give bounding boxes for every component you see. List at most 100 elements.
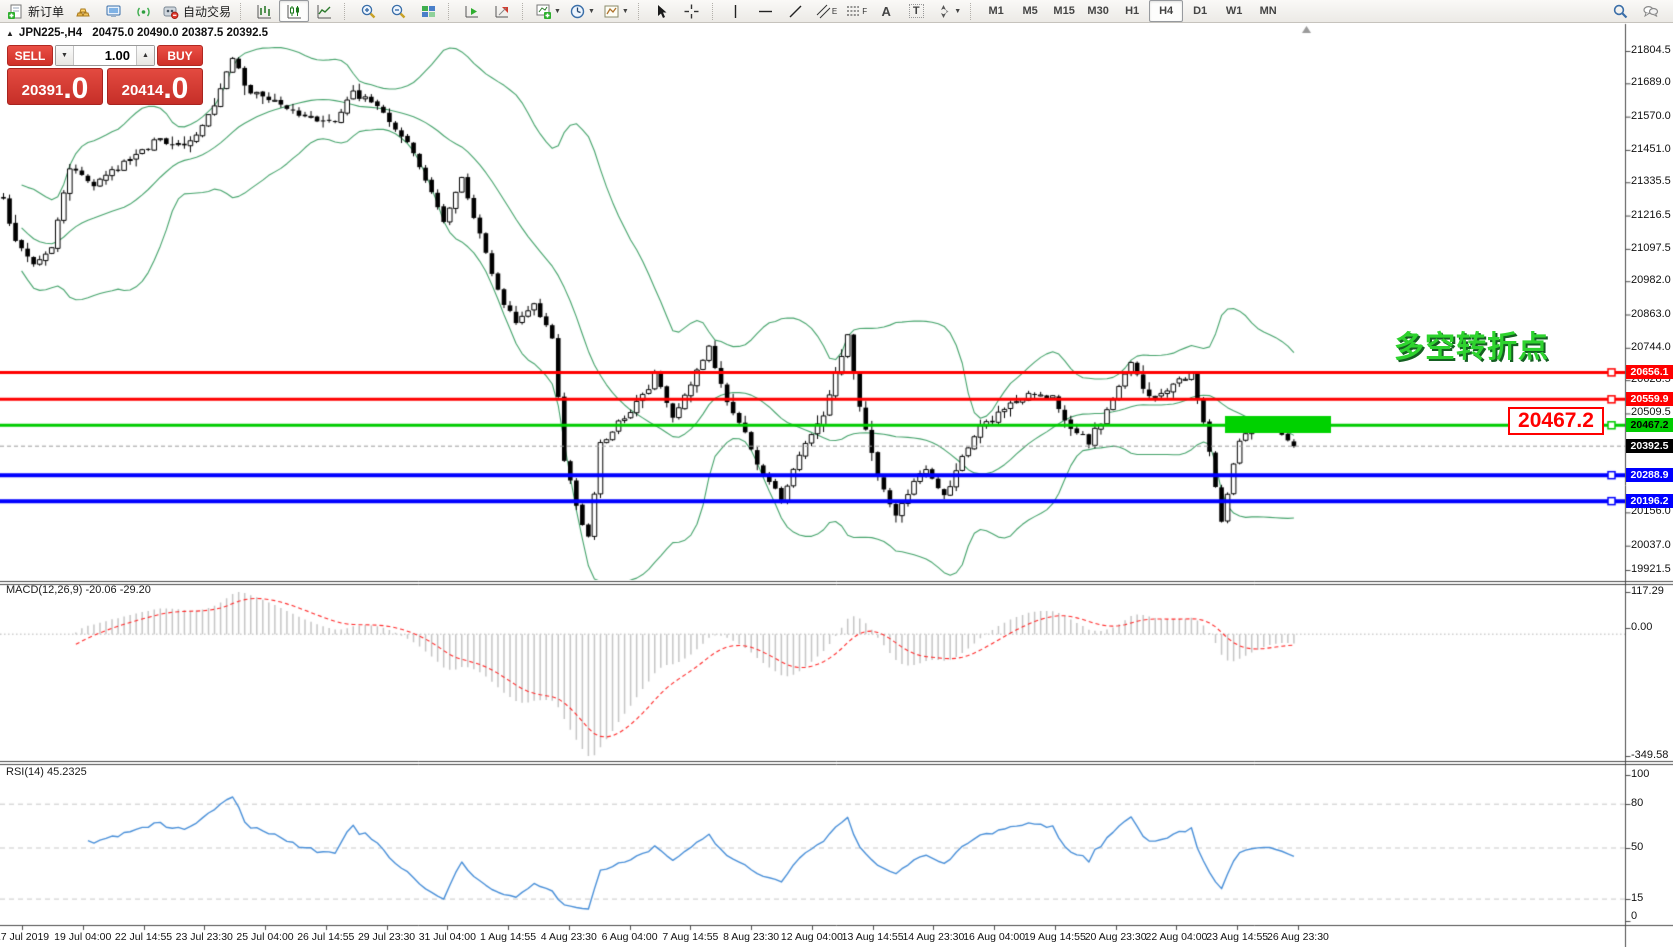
fibo-suffix-label: F [862,7,867,16]
chat-button[interactable] [1635,0,1665,22]
price-line-chip-pivot-green: 20467.2 [1626,418,1673,432]
dropdown-arrow-icon: ▼ [554,8,561,15]
zoom-out-button[interactable] [383,0,413,22]
new-chart-button[interactable]: ▼ [531,0,565,22]
symbol-period-label: JPN225-,H4 [19,27,82,39]
zoom-in-button[interactable] [353,0,383,22]
market-button[interactable] [68,0,98,22]
chart-line-button[interactable] [309,0,339,22]
time-tick-label: 6 Aug 04:00 [602,931,658,943]
text-label-button[interactable]: T [901,0,931,22]
equidistant-channel-icon [815,3,832,20]
rsi-tick-label: 15 [1631,892,1643,904]
macd-tick-label: 0.00 [1631,621,1652,633]
chart-line-icon [316,3,333,20]
toolbar-separator [240,3,245,20]
timeframe-m15[interactable]: M15 [1047,0,1081,22]
one-click-trading-panel: SELL ▼ 1.00 ▲ BUY 20391.0 20414.0 [7,45,203,105]
dropdown-arrow-icon: ▼ [954,8,961,15]
price-tick-label: 21097.5 [1631,242,1671,254]
chart-shift-button[interactable] [487,0,517,22]
new-order-label: 新订单 [28,3,64,20]
terminal-icon [105,3,122,20]
text-icon: A [881,4,890,19]
fibonacci-button[interactable]: F [841,0,871,22]
price-tick-label: 21451.0 [1631,143,1671,155]
sell-price-pips: .0 [63,77,88,101]
horizontal-line-button[interactable] [751,0,781,22]
macd-tick-label: 117.29 [1631,585,1664,597]
tile-windows-icon [420,3,437,20]
time-tick-label: 14 Aug 23:30 [902,931,964,943]
time-tick-label: 29 Jul 23:30 [358,931,415,943]
price-tick-label: 20982.0 [1631,274,1671,286]
buy-button[interactable]: BUY [157,45,203,66]
volume-increase-button[interactable]: ▲ [136,46,154,65]
chart-bars-button[interactable] [249,0,279,22]
crosshair-button[interactable] [677,0,707,22]
time-tick-label: 12 Aug 04:00 [781,931,843,943]
timeframe-d1[interactable]: D1 [1183,0,1217,22]
rsi-tick-label: 80 [1631,797,1643,809]
crosshair-icon [683,3,700,20]
time-tick-label: 31 Jul 04:00 [419,931,476,943]
time-tick-label: 8 Aug 23:30 [723,931,779,943]
timeframe-h4[interactable]: H4 [1149,0,1183,22]
timeframe-m1[interactable]: M1 [979,0,1013,22]
sell-button[interactable]: SELL [7,45,53,66]
dropdown-arrow-icon: ▼ [588,8,595,15]
sell-price: 20391 [22,83,64,98]
timeframe-h1[interactable]: H1 [1115,0,1149,22]
buy-price-panel[interactable]: 20414.0 [107,68,203,105]
rsi-tick-label: 100 [1631,768,1649,780]
timeframe-w1[interactable]: W1 [1217,0,1251,22]
time-tick-label: 23 Jul 23:30 [176,931,233,943]
trendline-button[interactable] [781,0,811,22]
period-clock-button[interactable]: ▼ [565,0,599,22]
price-tick-label: 19921.5 [1631,563,1671,575]
volume-value[interactable]: 1.00 [74,46,136,65]
tile-windows-button[interactable] [413,0,443,22]
text-button[interactable]: A [871,0,901,22]
chart-canvas[interactable] [0,0,1673,947]
equidistant-channel-button[interactable]: E [811,0,841,22]
time-tick-label: 1 Aug 14:55 [480,931,536,943]
signal-button[interactable] [128,0,158,22]
new-chart-icon [535,3,552,20]
buy-price: 20414 [122,83,164,98]
price-line-chip-resistance-1: 20656.1 [1626,365,1673,379]
chart-text-annotation[interactable]: 多空转折点 [1394,322,1549,366]
toolbar-separator [448,3,453,20]
price-tick-label: 21804.5 [1631,44,1671,56]
vertical-line-button[interactable] [721,0,751,22]
vertical-line-icon [727,3,744,20]
templates-button[interactable]: ▼ [599,0,633,22]
buy-price-pips: .0 [163,77,188,101]
zoom-in-icon [360,3,377,20]
price-line-chip-bid-price: 20392.5 [1626,439,1673,453]
sell-price-panel[interactable]: 20391.0 [7,68,103,105]
time-tick-label: 22 Aug 04:00 [1145,931,1207,943]
arrows-button[interactable]: ▼ [931,0,965,22]
auto-scroll-button[interactable] [457,0,487,22]
chart-candles-icon [286,3,303,20]
auto-scroll-icon [464,3,481,20]
price-tick-label: 21689.0 [1631,76,1671,88]
trade-panel-collapse-icon[interactable]: ▲ [6,29,14,38]
cursor-button[interactable] [647,0,677,22]
volume-decrease-button[interactable]: ▼ [56,46,74,65]
timeframe-m5[interactable]: M5 [1013,0,1047,22]
new-order-button[interactable]: 新订单 [3,0,68,22]
signal-icon [135,3,152,20]
auto-trading-icon [162,3,179,20]
timeframe-mn[interactable]: MN [1251,0,1285,22]
volume-stepper: ▼ 1.00 ▲ [55,45,155,66]
chart-shift-icon [494,3,511,20]
terminal-button[interactable] [98,0,128,22]
auto-trading-button[interactable]: 自动交易 [158,0,235,22]
spin-down-icon: ▼ [61,52,68,59]
chart-candles-button[interactable] [279,0,309,22]
price-callout-label[interactable]: 20467.2 [1508,407,1604,435]
timeframe-m30[interactable]: M30 [1081,0,1115,22]
search-button[interactable] [1605,0,1635,22]
